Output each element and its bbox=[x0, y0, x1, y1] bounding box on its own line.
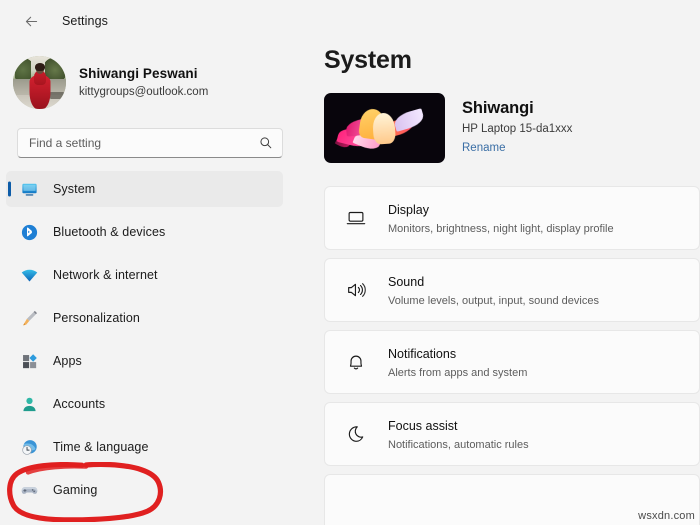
sidebar-item-label: Bluetooth & devices bbox=[53, 225, 166, 239]
title-bar: Settings bbox=[0, 0, 300, 42]
search-container bbox=[0, 116, 300, 158]
sidebar-item-network-internet[interactable]: Network & internet bbox=[6, 257, 283, 293]
sidebar-item-label: Network & internet bbox=[53, 268, 158, 282]
person-icon bbox=[19, 394, 39, 414]
bluetooth-icon bbox=[19, 222, 39, 242]
bell-icon bbox=[341, 347, 371, 377]
search-icon[interactable] bbox=[259, 136, 273, 150]
sidebar-item-label: Apps bbox=[53, 354, 82, 368]
speaker-icon bbox=[341, 275, 371, 305]
card-title: Notifications bbox=[388, 346, 457, 361]
card-subtitle: Volume levels, output, input, sound devi… bbox=[388, 295, 599, 308]
sidebar-item-label: Time & language bbox=[53, 440, 149, 454]
sidebar: Settings Shiwangi Peswani kittygroups@ou… bbox=[0, 0, 300, 525]
page-title: System bbox=[324, 46, 412, 74]
display-monitor-icon bbox=[341, 203, 371, 233]
sidebar-item-bluetooth-devices[interactable]: Bluetooth & devices bbox=[6, 214, 283, 250]
gamepad-icon bbox=[19, 480, 39, 500]
monitor-icon bbox=[19, 179, 39, 199]
device-summary: Shiwangi HP Laptop 15-da1xxx Rename bbox=[324, 93, 700, 163]
device-model: HP Laptop 15-da1xxx bbox=[462, 123, 573, 136]
card-title: Sound bbox=[388, 274, 425, 289]
sidebar-item-accounts[interactable]: Accounts bbox=[6, 386, 283, 422]
clock-globe-icon bbox=[19, 437, 39, 457]
card-title: Focus assist bbox=[388, 418, 458, 433]
navigation-list: System Bluetooth & devices Network & int… bbox=[0, 171, 300, 508]
rename-link[interactable]: Rename bbox=[462, 141, 505, 156]
card-subtitle: Alerts from apps and system bbox=[388, 367, 528, 380]
card-subtitle: Monitors, brightness, night light, displ… bbox=[388, 223, 614, 236]
settings-card-notifications[interactable]: Notifications Alerts from apps and syste… bbox=[324, 330, 700, 394]
sidebar-item-label: Personalization bbox=[53, 311, 140, 325]
app-title: Settings bbox=[62, 14, 108, 28]
settings-card-list: Display Monitors, brightness, night ligh… bbox=[324, 186, 700, 525]
user-avatar-photo[interactable] bbox=[13, 56, 66, 109]
sidebar-item-personalization[interactable]: Personalization bbox=[6, 300, 283, 336]
account-block[interactable]: Shiwangi Peswani kittygroups@outlook.com bbox=[0, 42, 300, 116]
main-content: System Shiwangi HP Laptop 15-da1xxx Rena… bbox=[300, 0, 700, 525]
sidebar-item-label: System bbox=[53, 182, 96, 196]
settings-window: Settings Shiwangi Peswani kittygroups@ou… bbox=[0, 0, 700, 525]
sidebar-item-gaming[interactable]: Gaming bbox=[6, 472, 283, 508]
account-email: kittygroups@outlook.com bbox=[79, 86, 209, 99]
card-title: Display bbox=[388, 202, 429, 217]
settings-card-sound[interactable]: Sound Volume levels, output, input, soun… bbox=[324, 258, 700, 322]
search-input[interactable] bbox=[29, 136, 259, 150]
sidebar-item-system[interactable]: System bbox=[6, 171, 283, 207]
sidebar-item-time-language[interactable]: Time & language bbox=[6, 429, 283, 465]
moon-icon bbox=[341, 419, 371, 449]
apps-grid-icon bbox=[19, 351, 39, 371]
device-name: Shiwangi bbox=[462, 98, 534, 117]
card-subtitle: Notifications, automatic rules bbox=[388, 439, 529, 452]
account-name: Shiwangi Peswani bbox=[79, 66, 198, 82]
settings-card-display[interactable]: Display Monitors, brightness, night ligh… bbox=[324, 186, 700, 250]
paintbrush-icon bbox=[19, 308, 39, 328]
wifi-icon bbox=[19, 265, 39, 285]
search-box[interactable] bbox=[17, 128, 283, 158]
windows-bloom-wallpaper bbox=[324, 93, 445, 163]
sidebar-item-label: Accounts bbox=[53, 397, 106, 411]
back-arrow-icon[interactable] bbox=[18, 8, 44, 34]
settings-card-focus-assist[interactable]: Focus assist Notifications, automatic ru… bbox=[324, 402, 700, 466]
watermark: wsxdn.com bbox=[638, 510, 695, 522]
sidebar-item-apps[interactable]: Apps bbox=[6, 343, 283, 379]
sidebar-item-label: Gaming bbox=[53, 483, 98, 497]
